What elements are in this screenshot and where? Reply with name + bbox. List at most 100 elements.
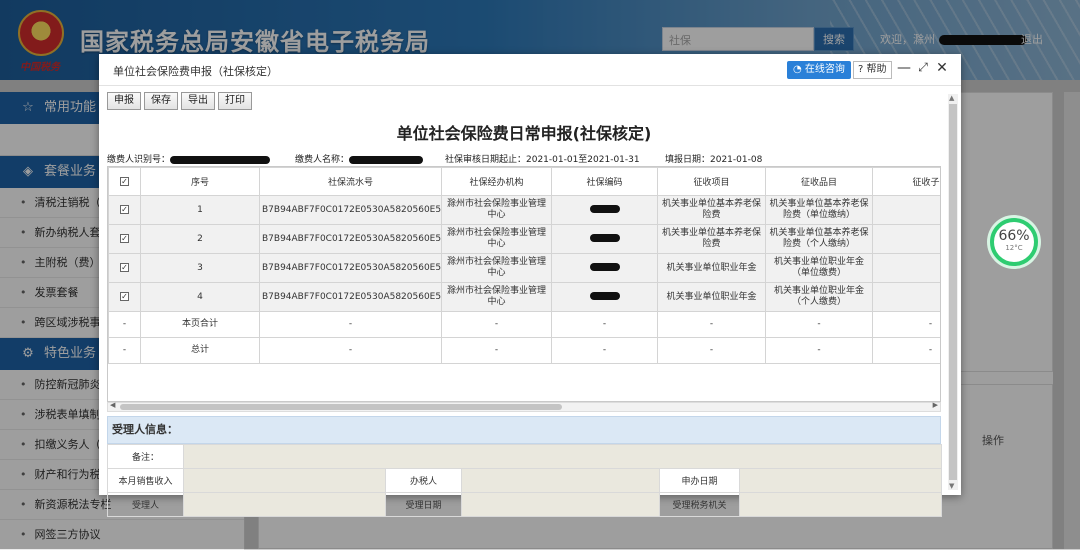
social-code (551, 253, 658, 283)
dash-cell: - (441, 311, 552, 338)
dash-cell: - (441, 337, 552, 364)
select-all-checkbox[interactable]: ✓ (120, 176, 129, 186)
row-checkbox[interactable]: ✓ (120, 204, 129, 214)
consult-label: 在线咨询 (804, 64, 845, 75)
receiver-row: 本月销售收入 办税人 申办日期 (107, 468, 943, 493)
levy-sub-subitem (872, 253, 940, 283)
row-checkbox[interactable]: ✓ (120, 291, 129, 301)
print-button[interactable]: 打印 (218, 92, 252, 110)
receiver-info-header: 受理人信息： (107, 416, 941, 444)
redacted-code (589, 234, 620, 242)
col-header: 社保流水号 (259, 167, 442, 196)
payer-name-label: 缴费人名称： (295, 155, 350, 165)
row-checkbox[interactable]: ✓ (120, 233, 129, 243)
scroll-right-icon[interactable]: ▶ (933, 401, 938, 409)
serial-number: B7B94ABF7F0C0172E0530A5820560E5E (259, 282, 442, 312)
minimize-icon[interactable]: — (896, 60, 912, 76)
levy-item: 机关事业单位职业年金 (657, 282, 766, 312)
col-header: 序号 (140, 167, 260, 196)
apply-date-label: 申办日期 (659, 468, 740, 493)
dash-cell: - (657, 311, 766, 338)
monthly-sales-label: 本月销售收入 (107, 468, 184, 493)
receiver-input[interactable] (183, 492, 386, 517)
save-button[interactable]: 保存 (144, 92, 178, 110)
scroll-down-icon[interactable]: ▼ (949, 482, 954, 490)
social-code (551, 282, 658, 312)
row-number: 1 (140, 195, 260, 225)
dash-cell: - (259, 311, 442, 338)
dash-cell: - (872, 337, 940, 364)
dash-cell: - (765, 311, 873, 338)
online-consult-button[interactable]: ◔ 在线咨询 (787, 61, 851, 79)
payer-id: 缴费人识别号： (107, 152, 271, 165)
tax-office-label: 受理税务机关 (659, 492, 740, 517)
row-checkbox[interactable]: ✓ (120, 262, 129, 272)
levy-subitem: 机关事业单位基本养老保险费（个人缴纳） (765, 224, 873, 254)
table-row[interactable]: ✓ 2 B7B94ABF7F0C0172E0530A5820560E5E 滁州市… (108, 224, 940, 254)
page-total-row: - 本页合计 - - - - - - (108, 311, 940, 338)
help-label: 帮助 (866, 64, 887, 75)
receive-date-input[interactable] (461, 492, 660, 517)
form-title: 单位社会保险费日常申报(社保核定) (396, 124, 652, 143)
social-code (551, 195, 658, 225)
help-button[interactable]: ? 帮助 (853, 61, 892, 79)
receiver-label: 受理人 (107, 492, 184, 517)
payer-name: 缴费人名称： (295, 152, 424, 165)
monthly-sales-input[interactable] (183, 468, 386, 493)
row-number: 2 (140, 224, 260, 254)
row-select-cell[interactable]: ✓ (108, 253, 141, 283)
agency: 滁州市社会保险事业管理中心 (441, 195, 552, 225)
summary-label: 总计 (140, 337, 260, 364)
performance-gauge[interactable]: 66% 12°C (990, 218, 1038, 266)
select-all-cell[interactable]: ✓ (108, 167, 141, 196)
dash-cell: - (259, 337, 442, 364)
taxpayer-input[interactable] (461, 468, 660, 493)
summary-label: 本页合计 (140, 311, 260, 338)
row-number: 4 (140, 282, 260, 312)
close-icon[interactable]: ✕ (934, 60, 950, 76)
levy-subitem: 机关事业单位职业年金（个人缴费） (765, 282, 873, 312)
remark-label: 备注： (107, 444, 184, 469)
row-select-cell[interactable]: ✓ (108, 195, 141, 225)
tax-office-input[interactable] (738, 492, 943, 517)
headset-icon: ◔ (793, 64, 802, 75)
taxpayer-label: 办税人 (385, 468, 462, 493)
export-button[interactable]: 导出 (181, 92, 215, 110)
levy-subitem: 机关事业单位职业年金（单位缴费） (765, 253, 873, 283)
scrollbar-thumb[interactable] (120, 404, 562, 410)
receiver-row: 受理人 受理日期 受理税务机关 (107, 492, 943, 517)
scroll-left-icon[interactable]: ◀ (110, 401, 115, 409)
remark-row: 备注： (107, 444, 943, 469)
apply-date-input[interactable] (738, 468, 943, 493)
dialog-body: 申报 保存 导出 打印 单位社会保险费日常申报(社保核定) 缴费人识别号： 缴费人名称… (107, 92, 943, 517)
redacted-code (589, 205, 620, 213)
agency: 滁州市社会保险事业管理中心 (441, 224, 552, 254)
remark-input[interactable] (182, 444, 943, 469)
dialog-titlebar: 单位社会保险费申报（社保核定） ◔ 在线咨询 ? 帮助 — ⤢ ✕ (99, 54, 961, 86)
receiver-info-table: 备注： 本月销售收入 办税人 申办日期 受理人 受理日期 受理税务机关 (107, 444, 943, 517)
maximize-icon[interactable]: ⤢ (915, 60, 931, 75)
agency: 滁州市社会保险事业管理中心 (441, 282, 552, 312)
grand-total-row: - 总计 - - - - - - (108, 337, 940, 364)
redacted-payer-id (170, 155, 271, 164)
declaration-dialog: 单位社会保险费申报（社保核定） ◔ 在线咨询 ? 帮助 — ⤢ ✕ 申报 保存 导出… (99, 54, 961, 517)
table-row[interactable]: ✓ 1 B7B94ABF7F0C0172E0530A5820560E5E 滁州市… (108, 195, 940, 225)
row-select-cell[interactable]: ✓ (108, 224, 141, 254)
dash-cell: - (765, 337, 873, 364)
row-number: 3 (140, 253, 260, 283)
table-row[interactable]: ✓ 4 B7B94ABF7F0C0172E0530A5820560E5E 滁州市… (108, 282, 940, 312)
scroll-up-icon[interactable]: ▲ (949, 94, 954, 102)
serial-number: B7B94ABF7F0C0172E0530A5820560E5E (259, 224, 442, 254)
dialog-vertical-scrollbar[interactable]: ▲ ▼ (948, 94, 958, 490)
levy-item: 机关事业单位基本养老保险费 (657, 195, 766, 225)
col-header: 社保编码 (551, 167, 658, 196)
scrollbar-thumb[interactable] (949, 104, 957, 480)
declare-button[interactable]: 申报 (107, 92, 141, 110)
row-select-cell[interactable]: ✓ (108, 282, 141, 312)
question-icon: ? (858, 64, 864, 75)
table-horizontal-scrollbar[interactable]: ◀ ▶ (107, 401, 941, 412)
social-code (551, 224, 658, 254)
dash-cell: - (108, 337, 141, 364)
receive-date-label: 受理日期 (385, 492, 462, 517)
table-row[interactable]: ✓ 3 B7B94ABF7F0C0172E0530A5820560E5E 滁州市… (108, 253, 940, 283)
